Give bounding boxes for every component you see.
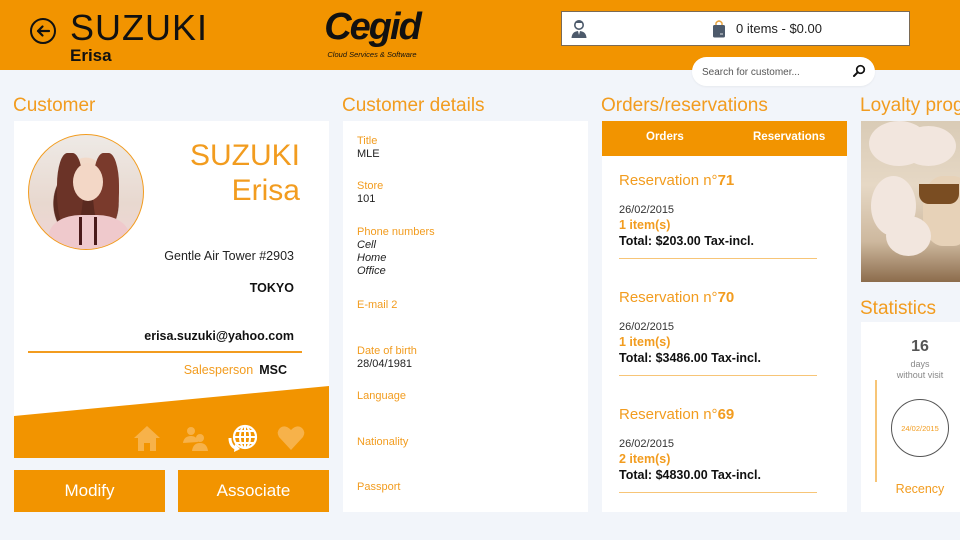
loyalty-section-title: Loyalty prog — [860, 95, 960, 116]
field-label: Nationality — [357, 436, 409, 448]
reservation-title: Reservation n°71 — [619, 172, 735, 189]
statistic-name: Recency — [895, 482, 945, 496]
field-label: Date of birth — [357, 345, 417, 357]
favorite-button[interactable] — [274, 423, 308, 453]
customer-address: Gentle Air Tower #2903 — [164, 249, 294, 263]
salesperson: Salesperson MSC — [184, 363, 287, 377]
field-label: Language — [357, 390, 406, 402]
reservation-date: 26/02/2015 — [619, 321, 675, 333]
cegid-logo: Cegid Cloud Services & Software — [316, 6, 428, 64]
logo-tagline: Cloud Services & Software — [327, 50, 417, 59]
reservation-items: 1 item(s) — [619, 218, 671, 232]
field-value: 101 — [357, 193, 376, 205]
field-passport: Passport — [357, 481, 400, 494]
divider — [28, 351, 302, 353]
header-first-name: Erisa — [70, 46, 112, 65]
phone-home[interactable]: Home — [357, 252, 435, 265]
field-label: E-mail 2 — [357, 299, 398, 311]
reservation-total: Total: $4830.00 Tax-incl. — [619, 468, 761, 482]
customer-section-title: Customer — [13, 95, 96, 116]
reservation-date: 26/02/2015 — [619, 204, 675, 216]
shopping-bag-icon — [713, 20, 725, 38]
home-button[interactable] — [130, 423, 164, 453]
reservation-item[interactable]: Reservation n°69 26/02/2015 2 item(s) To… — [619, 406, 817, 493]
details-section-title: Customer details — [342, 95, 485, 116]
tab-orders[interactable]: Orders — [646, 131, 684, 143]
search-icon[interactable] — [852, 64, 866, 78]
field-date-of-birth: Date of birth 28/04/1981 — [357, 345, 417, 371]
reservation-title: Reservation n°69 — [619, 406, 735, 423]
people-icon — [183, 427, 208, 451]
reservation-items: 2 item(s) — [619, 452, 671, 466]
phone-cell[interactable]: Cell — [357, 239, 435, 252]
reservation-title: Reservation n°70 — [619, 289, 735, 306]
divider — [619, 258, 817, 259]
field-language: Language — [357, 390, 406, 403]
globe-sync-button[interactable] — [226, 423, 260, 453]
field-store: Store 101 — [357, 180, 383, 206]
customer-avatar — [28, 134, 144, 250]
loyalty-program-image[interactable] — [861, 121, 960, 282]
days-without-visit-label: days without visit — [896, 359, 944, 380]
customer-search[interactable] — [692, 57, 875, 86]
days-without-visit-value: 16 — [911, 338, 929, 355]
field-email-2: E-mail 2 — [357, 299, 397, 312]
field-title: Title MLE — [357, 135, 380, 161]
arrow-left-icon — [36, 25, 51, 37]
salesperson-icon — [571, 20, 587, 38]
salesperson-value: MSC — [259, 363, 287, 377]
search-input[interactable] — [702, 63, 842, 81]
home-icon — [134, 426, 160, 451]
customer-email[interactable]: erisa.suzuki@yahoo.com — [144, 329, 294, 343]
last-visit-circle: 24/02/2015 — [891, 399, 949, 457]
logo-wordmark: Cegid — [324, 6, 422, 48]
reservation-items: 1 item(s) — [619, 335, 671, 349]
heart-icon — [277, 426, 305, 450]
field-phone-numbers: Phone numbers Cell Home Office — [357, 226, 435, 278]
field-nationality: Nationality — [357, 436, 408, 449]
field-label: Passport — [357, 481, 401, 493]
divider — [619, 492, 817, 493]
reservation-total: Total: $203.00 Tax-incl. — [619, 234, 755, 248]
people-button[interactable] — [178, 423, 212, 453]
field-label: Title — [357, 135, 378, 147]
customer-last-name: SUZUKI — [189, 139, 300, 172]
divider — [875, 380, 877, 482]
customer-icon-bar — [130, 421, 308, 455]
back-button[interactable] — [30, 18, 56, 44]
reservation-item[interactable]: Reservation n°71 26/02/2015 1 item(s) To… — [619, 172, 817, 259]
field-label: Phone numbers — [357, 226, 435, 238]
customer-first-name: Erisa — [231, 174, 300, 207]
phone-office[interactable]: Office — [357, 265, 435, 278]
orders-section-title: Orders/reservations — [601, 95, 768, 116]
cart-summary: 0 items - $0.00 — [736, 21, 822, 36]
field-label: Store — [357, 180, 384, 192]
header-last-name: SUZUKI — [70, 7, 209, 48]
field-value: 28/04/1981 — [357, 358, 413, 370]
globe-sync-icon — [228, 424, 258, 452]
associate-button[interactable]: Associate — [178, 470, 329, 512]
last-visit-date: 24/02/2015 — [901, 423, 939, 433]
cart-bar[interactable]: 0 items - $0.00 — [561, 11, 910, 46]
salesperson-label: Salesperson — [183, 363, 254, 377]
customer-card: SUZUKI Erisa Gentle Air Tower #2903 TOKY… — [14, 121, 329, 458]
reservation-item[interactable]: Reservation n°70 26/02/2015 1 item(s) To… — [619, 289, 817, 376]
divider — [619, 375, 817, 376]
reservation-total: Total: $3486.00 Tax-incl. — [619, 351, 761, 365]
modify-button[interactable]: Modify — [14, 470, 165, 512]
reservation-date: 26/02/2015 — [619, 438, 675, 450]
orders-tab-bar: Orders Reservations — [602, 121, 847, 156]
statistics-section-title: Statistics — [860, 298, 937, 319]
tab-reservations[interactable]: Reservations — [753, 131, 825, 143]
statistics-card[interactable]: 16 days without visit 24/02/2015 Recency — [861, 322, 960, 512]
field-value: MLE — [357, 148, 380, 160]
orders-card: Orders Reservations Reservation n°71 26/… — [602, 121, 847, 512]
customer-details-card: Title MLE Store 101 Phone numbers Cell H… — [343, 121, 588, 512]
customer-city: TOKYO — [249, 281, 294, 295]
